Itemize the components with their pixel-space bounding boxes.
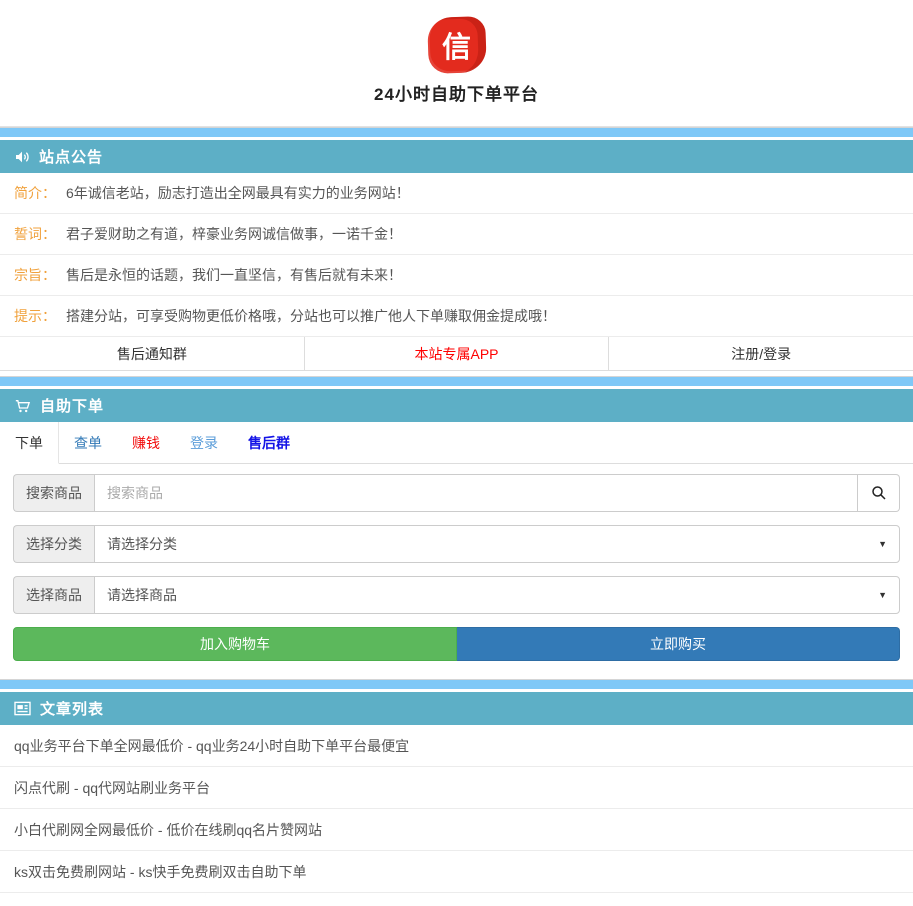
tab-aftersale-group[interactable]: 售后群 xyxy=(233,422,305,463)
announcement-label: 简介： xyxy=(14,183,56,203)
tab-check-order[interactable]: 查单 xyxy=(59,422,117,463)
cart-icon xyxy=(14,398,31,414)
announcement-text: 搭建分站，可享受购物更低价格哦，分站也可以推广他人下单赚取佣金提成哦！ xyxy=(66,306,556,326)
product-select-value: 请选择商品 xyxy=(107,585,177,605)
announcement-header-label: 站点公告 xyxy=(39,146,103,167)
announcement-text: 售后是永恒的话题，我们一直坚信，有售后就有未来！ xyxy=(66,265,402,285)
order-tabs: 下单 查单 赚钱 登录 售后群 xyxy=(0,422,913,464)
order-header-label: 自助下单 xyxy=(40,395,104,416)
quick-links-row: 售后通知群 本站专属APP 注册/登录 xyxy=(0,337,913,371)
search-group: 搜索商品 xyxy=(13,474,900,512)
category-select-value: 请选择分类 xyxy=(107,534,177,554)
announcement-header: 站点公告 xyxy=(0,140,913,173)
aftersale-group-link[interactable]: 售后通知群 xyxy=(0,337,305,370)
announcement-text: 君子爱财助之有道，梓豪业务网诚信做事，一诺千金！ xyxy=(66,224,402,244)
announcement-row-oath: 誓词： 君子爱财助之有道，梓豪业务网诚信做事，一诺千金！ xyxy=(0,214,913,255)
add-to-cart-button[interactable]: 加入购物车 xyxy=(13,627,457,661)
product-group: 选择商品 请选择商品 ▼ xyxy=(13,576,900,614)
logo-character: 信 xyxy=(442,24,471,66)
article-link[interactable]: 闪点代刷 - qq代网站刷业务平台 xyxy=(0,767,913,809)
order-form: 搜索商品 选择分类 请选择分类 ▼ 选择商品 请选择商品 ▼ 加入购物车 立即购… xyxy=(0,464,913,661)
category-select[interactable]: 请选择分类 ▼ xyxy=(94,525,900,563)
announcement-row-tip: 提示： 搭建分站，可享受购物更低价格哦，分站也可以推广他人下单赚取佣金提成哦！ xyxy=(0,296,913,337)
announcement-label: 提示： xyxy=(14,306,56,326)
search-button[interactable] xyxy=(858,474,900,512)
search-input[interactable] xyxy=(94,474,858,512)
category-group: 选择分类 请选择分类 ▼ xyxy=(13,525,900,563)
register-login-link[interactable]: 注册/登录 xyxy=(609,337,913,370)
tab-earn-money[interactable]: 赚钱 xyxy=(117,422,175,463)
site-app-link[interactable]: 本站专属APP xyxy=(305,337,610,370)
announcement-row-purpose: 宗旨： 售后是永恒的话题，我们一直坚信，有售后就有未来！ xyxy=(0,255,913,296)
newspaper-icon xyxy=(14,701,31,716)
site-header: 信 24小时自助下单平台 xyxy=(0,17,913,127)
site-title: 24小时自助下单平台 xyxy=(0,80,913,105)
order-actions: 加入购物车 立即购买 xyxy=(13,627,900,661)
category-label: 选择分类 xyxy=(13,525,94,563)
product-select[interactable]: 请选择商品 ▼ xyxy=(94,576,900,614)
buy-now-button[interactable]: 立即购买 xyxy=(457,627,900,661)
chevron-down-icon: ▼ xyxy=(878,539,887,549)
site-logo-seal: 信 xyxy=(427,16,487,74)
section-divider-strip xyxy=(0,679,913,689)
search-icon xyxy=(870,484,888,502)
announcement-label: 宗旨： xyxy=(14,265,56,285)
announcement-row-intro: 简介： 6年诚信老站，励志打造出全网最具有实力的业务网站！ xyxy=(0,173,913,214)
article-link[interactable]: qq业务平台下单全网最低价 - qq业务24小时自助下单平台最便宜 xyxy=(0,725,913,767)
section-divider-strip xyxy=(0,127,913,137)
announcement-text: 6年诚信老站，励志打造出全网最具有实力的业务网站！ xyxy=(66,183,410,203)
announcement-label: 誓词： xyxy=(14,224,56,244)
chevron-down-icon: ▼ xyxy=(878,590,887,600)
order-header: 自助下单 xyxy=(0,389,913,422)
article-link[interactable]: ks双击免费刷网站 - ks快手免费刷双击自助下单 xyxy=(0,851,913,893)
section-divider-strip xyxy=(0,376,913,386)
speaker-icon xyxy=(14,149,30,165)
product-label: 选择商品 xyxy=(13,576,94,614)
search-label: 搜索商品 xyxy=(13,474,94,512)
article-link[interactable]: 小白代刷网全网最低价 - 低价在线刷qq名片赞网站 xyxy=(0,809,913,851)
tab-login[interactable]: 登录 xyxy=(175,422,233,463)
articles-header-label: 文章列表 xyxy=(40,698,104,719)
articles-header: 文章列表 xyxy=(0,692,913,725)
tab-place-order[interactable]: 下单 xyxy=(0,422,59,464)
